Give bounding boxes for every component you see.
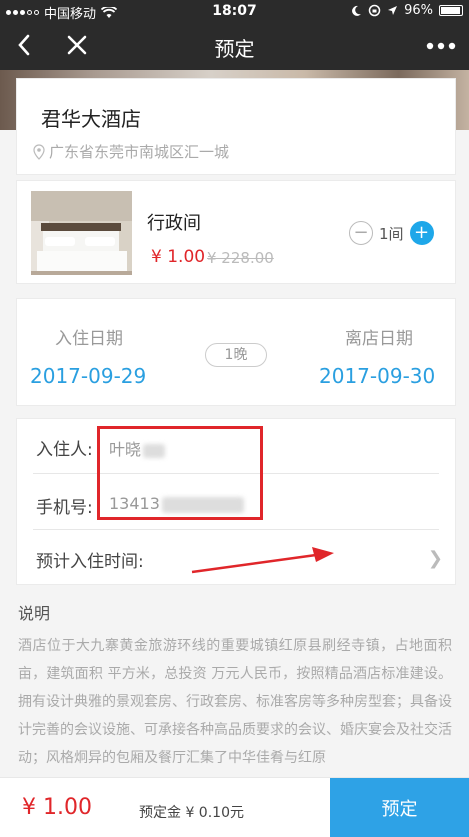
phone-label: 手机号: bbox=[36, 498, 93, 518]
room-card: 行政间 ¥ 1.00 ¥ 228.00 − 1间 + bbox=[16, 180, 456, 284]
room-name: 行政间 bbox=[147, 213, 201, 234]
annotation-arrow-icon bbox=[191, 547, 334, 574]
battery-icon bbox=[439, 5, 463, 16]
stay-dates-card: 入住日期 2017-09-29 1晚 离店日期 2017-09-30 bbox=[16, 298, 456, 406]
nav-bar: 预定 bbox=[0, 22, 469, 70]
checkout-date[interactable]: 2017-09-30 bbox=[319, 364, 435, 388]
status-right: 96% bbox=[350, 3, 463, 18]
increase-button[interactable]: + bbox=[409, 221, 434, 245]
status-bar: 中国移动 18:07 96% bbox=[0, 0, 469, 22]
room-photo bbox=[31, 191, 132, 275]
rotation-lock-icon bbox=[368, 4, 381, 17]
guest-name-label: 入住人: bbox=[36, 440, 93, 460]
more-icon[interactable] bbox=[425, 31, 457, 61]
page-title: 预定 bbox=[214, 37, 255, 61]
deposit-text: 预定金 ¥ 0.10元 bbox=[139, 805, 244, 821]
highlight-box bbox=[97, 426, 263, 520]
arrival-time-label: 预计入住时间: bbox=[36, 552, 144, 572]
hotel-address: 广东省东莞市南城区汇一城 bbox=[33, 141, 229, 162]
chevron-right-icon: ❯ bbox=[427, 548, 443, 569]
moon-icon bbox=[352, 5, 362, 16]
location-icon bbox=[388, 6, 398, 15]
checkin-date[interactable]: 2017-09-29 bbox=[30, 364, 146, 388]
room-price: ¥ 1.00 bbox=[151, 247, 206, 267]
description-text: 酒店位于大九寨黄金旅游环线的重要城镇红原县刷经寺镇，占地面积 亩，建筑面积 平方… bbox=[18, 638, 452, 766]
room-quantity-stepper: − 1间 + bbox=[349, 221, 434, 245]
hotel-name: 君华大酒店 bbox=[41, 107, 141, 131]
checkout-label: 离店日期 bbox=[345, 329, 413, 349]
hotel-address-text: 广东省东莞市南城区汇一城 bbox=[49, 143, 230, 161]
book-button[interactable]: 预定 bbox=[330, 778, 469, 837]
total-price: ¥ 1.00 bbox=[22, 795, 92, 820]
description-title: 说明 bbox=[18, 604, 51, 623]
bottom-bar: ¥ 1.00 预定金 ¥ 0.10元 预定 bbox=[0, 777, 469, 837]
room-quantity: 1间 bbox=[379, 224, 404, 243]
battery-percent: 96% bbox=[404, 3, 433, 18]
checkin-label: 入住日期 bbox=[55, 329, 123, 349]
decrease-button[interactable]: − bbox=[349, 221, 373, 245]
hotel-info-card: 君华大酒店 广东省东莞市南城区汇一城 bbox=[16, 78, 456, 175]
location-pin-icon bbox=[33, 143, 45, 160]
nights-badge: 1晚 bbox=[205, 343, 267, 367]
room-original-price: ¥ 228.00 bbox=[207, 249, 274, 267]
